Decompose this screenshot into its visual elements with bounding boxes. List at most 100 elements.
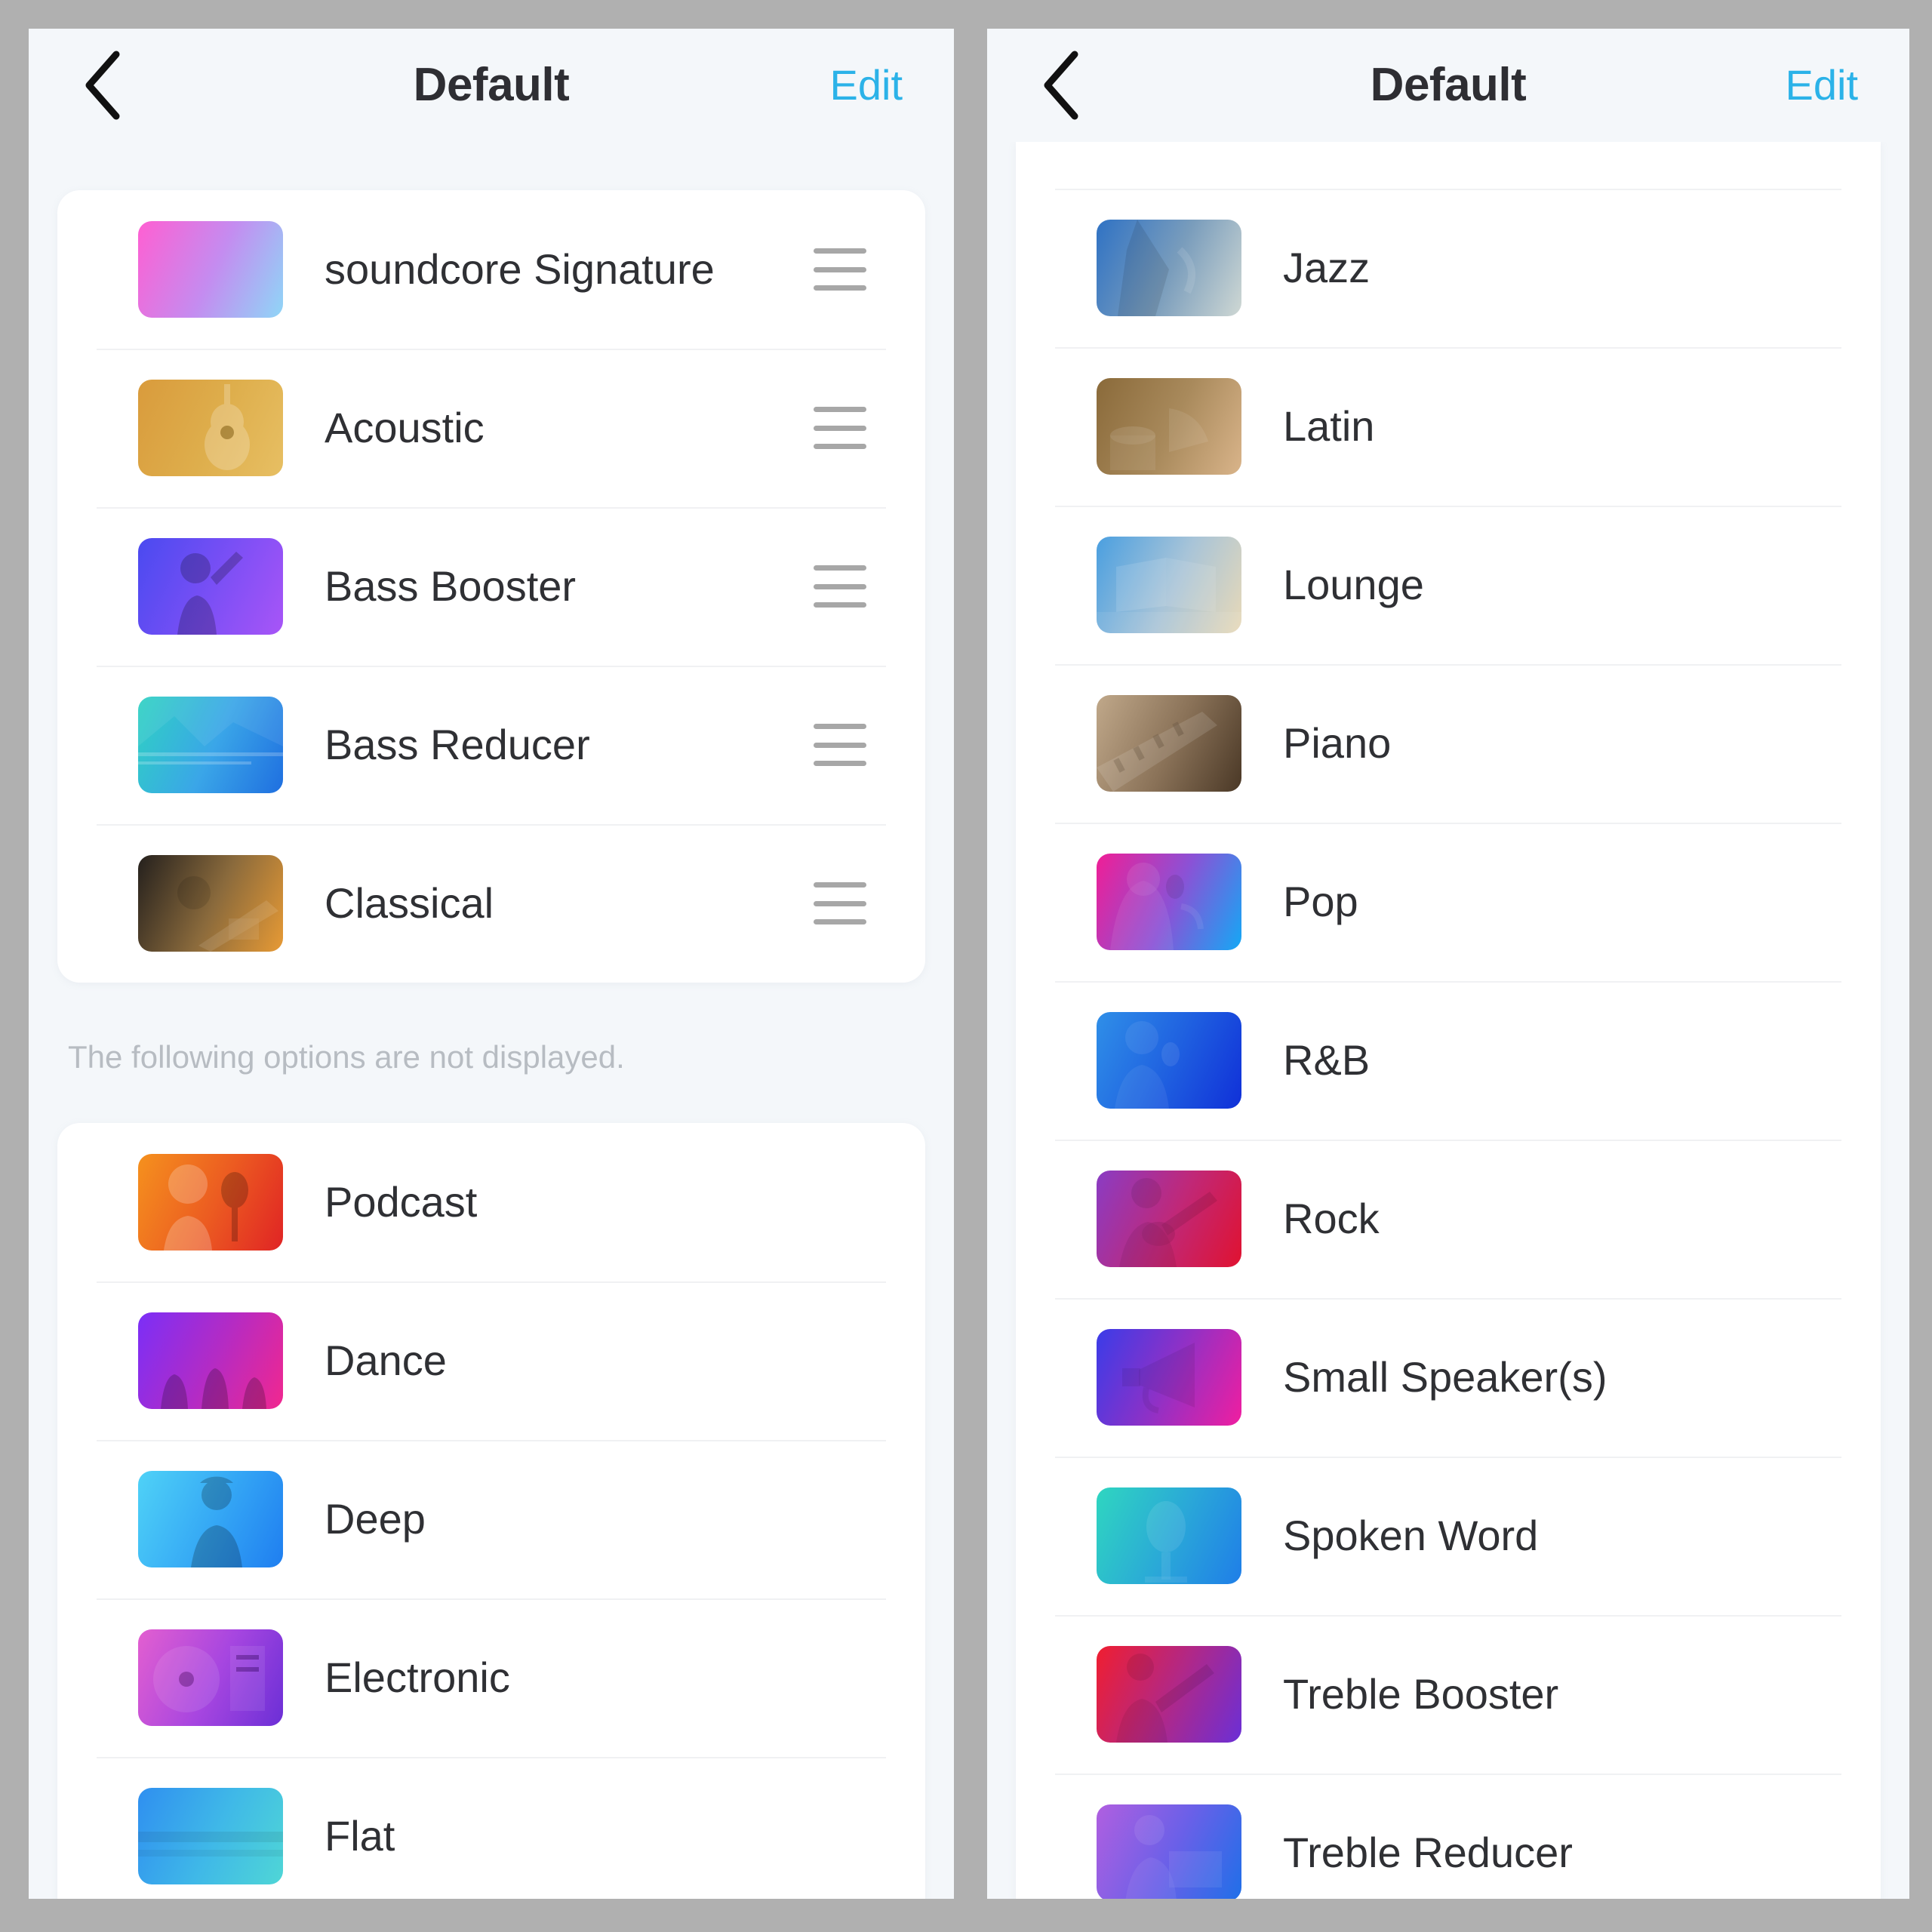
- thumbnail-artwork: [138, 855, 283, 952]
- thumbnail-artwork: [138, 1629, 283, 1726]
- left-navbar: Default Edit: [29, 29, 954, 142]
- preset-thumbnail: [1097, 1012, 1241, 1109]
- preset-row[interactable]: Piano: [1016, 664, 1881, 823]
- preset-thumbnail: [138, 697, 283, 793]
- preset-thumbnail: [138, 538, 283, 635]
- thumbnail-artwork: [138, 380, 283, 476]
- screenshot-root: Default Edit soundcore Signature Acoustic…: [0, 0, 1932, 1932]
- preset-name: Bass Booster: [325, 562, 577, 610]
- preset-row[interactable]: Electronic: [57, 1598, 925, 1757]
- hidden-section-note: The following options are not displayed.: [68, 1039, 625, 1075]
- back-button[interactable]: [68, 48, 136, 123]
- edit-button[interactable]: Edit: [830, 64, 903, 106]
- preset-name: Podcast: [325, 1178, 478, 1226]
- all-presets-card: Jazz Latin Lounge Piano Pop R&B Rock Small Spea…: [1016, 142, 1881, 1899]
- preset-thumbnail: [138, 1154, 283, 1251]
- thumbnail-artwork: [138, 1154, 283, 1251]
- preset-name: Jazz: [1283, 244, 1371, 291]
- preset-thumbnail: [1097, 1804, 1241, 1899]
- thumbnail-artwork: [1097, 1487, 1241, 1584]
- drag-handle-icon[interactable]: [814, 724, 866, 766]
- preset-row[interactable]: Treble Booster: [1016, 1615, 1881, 1774]
- preset-row[interactable]: Pop: [1016, 823, 1881, 981]
- thumbnail-artwork: [1097, 1329, 1241, 1426]
- preset-row-partial[interactable]: [1016, 142, 1881, 189]
- preset-row[interactable]: Bass Booster: [57, 507, 925, 666]
- preset-name: Treble Reducer: [1283, 1829, 1573, 1876]
- preset-thumbnail: [1097, 695, 1241, 792]
- thumbnail-artwork: [1097, 1171, 1241, 1267]
- preset-row[interactable]: Jazz: [1016, 189, 1881, 347]
- preset-row[interactable]: Deep: [57, 1440, 925, 1598]
- back-button[interactable]: [1026, 48, 1094, 123]
- preset-name: Dance: [325, 1337, 447, 1384]
- preset-name: Flat: [325, 1812, 395, 1860]
- preset-row[interactable]: Flat: [57, 1757, 925, 1899]
- preset-thumbnail: [138, 1788, 283, 1884]
- right-scroll-body[interactable]: Jazz Latin Lounge Piano Pop R&B Rock Small Spea…: [987, 142, 1909, 1899]
- thumbnail-artwork: [1097, 854, 1241, 950]
- preset-row[interactable]: Dance: [57, 1281, 925, 1440]
- drag-handle-icon[interactable]: [814, 882, 866, 924]
- preset-row[interactable]: Classical: [57, 824, 925, 983]
- preset-name: Deep: [325, 1495, 426, 1543]
- preset-thumbnail: [138, 1471, 283, 1567]
- preset-row[interactable]: Treble Reducer: [1016, 1774, 1881, 1899]
- preset-name: Treble Booster: [1283, 1670, 1559, 1718]
- preset-row[interactable]: soundcore Signature: [57, 190, 925, 349]
- drag-handle-icon[interactable]: [814, 565, 866, 608]
- page-title: Default: [1370, 59, 1527, 111]
- drag-handle-icon[interactable]: [814, 248, 866, 291]
- preset-thumbnail: [1097, 537, 1241, 633]
- preset-name: Pop: [1283, 878, 1358, 925]
- preset-thumbnail: [138, 1629, 283, 1726]
- thumbnail-artwork: [1097, 1012, 1241, 1109]
- edit-button[interactable]: Edit: [1786, 64, 1859, 106]
- chevron-left-icon: [1040, 50, 1081, 121]
- preset-row[interactable]: Rock: [1016, 1140, 1881, 1298]
- preset-thumbnail: [1097, 1171, 1241, 1267]
- left-scroll-body[interactable]: soundcore Signature Acoustic Bass Booster B…: [29, 142, 954, 1899]
- preset-thumbnail: [1097, 1487, 1241, 1584]
- preset-name: soundcore Signature: [325, 245, 715, 293]
- preset-thumbnail: [1097, 1329, 1241, 1426]
- preset-row[interactable]: Lounge: [1016, 506, 1881, 664]
- drag-handle-icon[interactable]: [814, 407, 866, 449]
- thumbnail-artwork: [1097, 537, 1241, 633]
- preset-name: Latin: [1283, 402, 1375, 450]
- preset-row[interactable]: R&B: [1016, 981, 1881, 1140]
- preset-row[interactable]: Spoken Word: [1016, 1457, 1881, 1615]
- preset-thumbnail: [138, 855, 283, 952]
- preset-row[interactable]: Small Speaker(s): [1016, 1298, 1881, 1457]
- preset-name: Lounge: [1283, 561, 1424, 608]
- thumbnail-artwork: [1097, 1804, 1241, 1899]
- preset-row[interactable]: Latin: [1016, 347, 1881, 506]
- thumbnail-artwork: [1097, 378, 1241, 475]
- displayed-presets-card: soundcore Signature Acoustic Bass Booster B…: [57, 190, 925, 983]
- right-phone-screen: Default Edit Jazz Latin Lounge Piano Pop R&B R…: [987, 29, 1909, 1899]
- page-title: Default: [413, 59, 570, 111]
- preset-thumbnail: [138, 380, 283, 476]
- thumbnail-artwork: [138, 697, 283, 793]
- preset-thumbnail: [1097, 378, 1241, 475]
- preset-row[interactable]: Acoustic: [57, 349, 925, 507]
- preset-name: Electronic: [325, 1654, 510, 1701]
- thumbnail-artwork: [138, 1471, 283, 1567]
- chevron-left-icon: [82, 50, 122, 121]
- thumbnail-artwork: [1097, 220, 1241, 316]
- preset-thumbnail: [1097, 854, 1241, 950]
- preset-name: R&B: [1283, 1036, 1371, 1084]
- preset-thumbnail: [1097, 1646, 1241, 1743]
- preset-name: Classical: [325, 879, 494, 927]
- thumbnail-artwork: [1097, 1646, 1241, 1743]
- preset-thumbnail: [138, 1312, 283, 1409]
- preset-thumbnail: [1097, 220, 1241, 316]
- thumbnail-artwork: [1097, 695, 1241, 792]
- preset-row[interactable]: Bass Reducer: [57, 666, 925, 824]
- preset-row[interactable]: Podcast: [57, 1123, 925, 1281]
- preset-name: Spoken Word: [1283, 1512, 1539, 1559]
- preset-name: Small Speaker(s): [1283, 1353, 1607, 1401]
- left-phone-screen: Default Edit soundcore Signature Acoustic…: [29, 29, 954, 1899]
- hidden-presets-card: Podcast Dance Deep Electronic Flat: [57, 1123, 925, 1899]
